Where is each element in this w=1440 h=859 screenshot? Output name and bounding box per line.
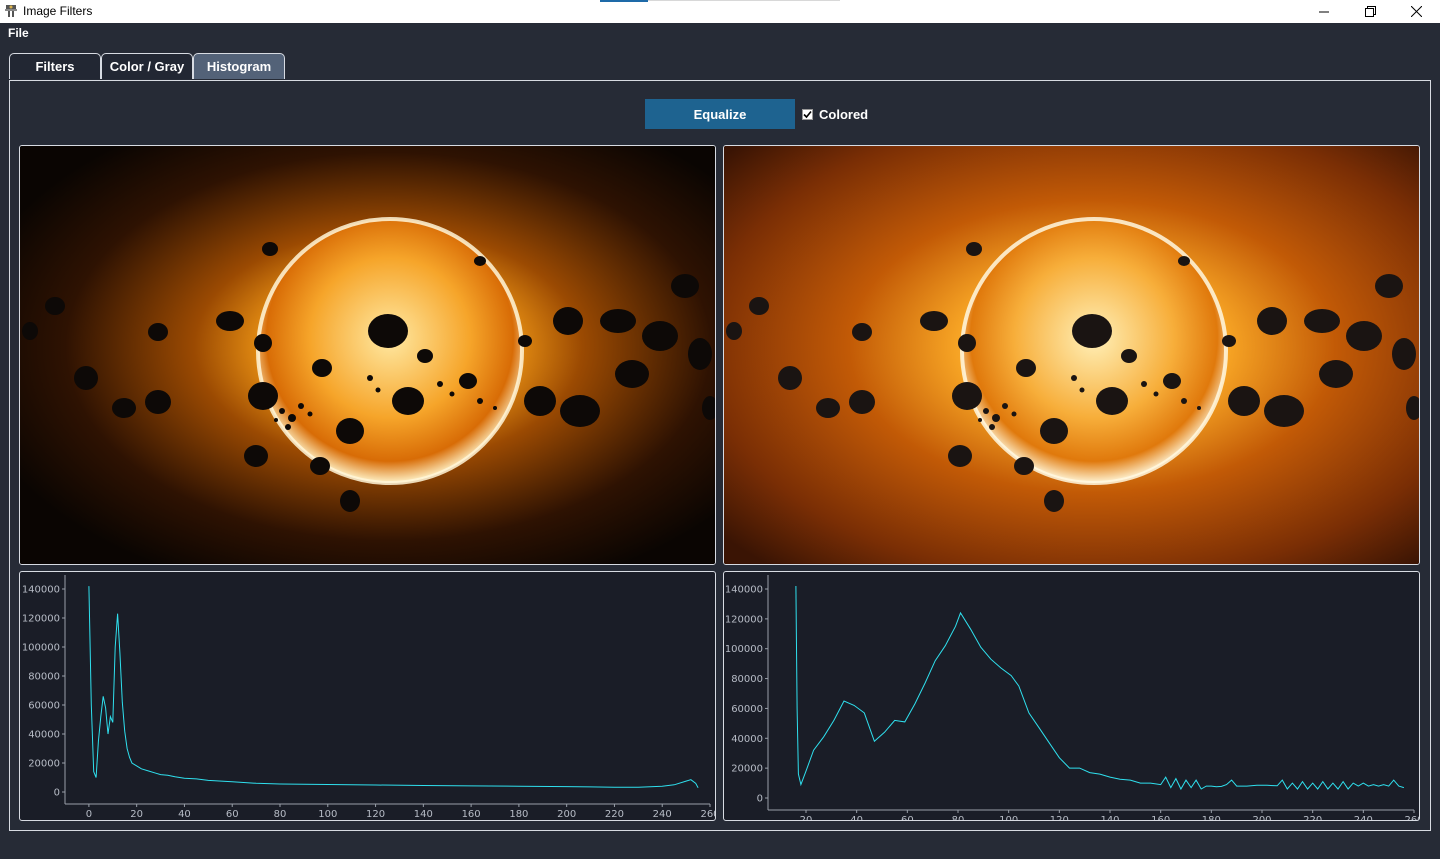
close-button[interactable]: [1393, 0, 1439, 23]
sun-image-equalized: [724, 146, 1419, 564]
tab-filters[interactable]: Filters: [9, 53, 101, 79]
x-tick-label: 220: [605, 809, 624, 820]
x-tick-label: 80: [274, 809, 287, 820]
histogram-chart-equalized: 0 20000 40000 60000 80000 100000 120000 140000 2…: [725, 575, 1419, 820]
checkbox-checked-icon[interactable]: [802, 108, 813, 120]
y-tick-label: 60000: [28, 701, 60, 712]
sun-image-original: [20, 146, 715, 564]
restore-icon: [1364, 6, 1376, 17]
title-bar: Image Filters: [0, 0, 1440, 23]
y-tick-label: 40000: [731, 734, 763, 745]
histogram-line: [88, 586, 699, 788]
tab-histogram[interactable]: Histogram: [193, 53, 285, 79]
y-tick-label: 0: [54, 788, 60, 799]
x-tick-label: 180: [1202, 815, 1221, 820]
y-tick-label: 80000: [731, 674, 763, 685]
minimize-button[interactable]: [1301, 0, 1347, 23]
x-tick-label: 20: [800, 815, 813, 820]
y-tick-label: 20000: [28, 759, 60, 770]
y-tick-label: 60000: [731, 704, 763, 715]
equalized-histogram: 0 20000 40000 60000 80000 100000 120000 140000 2…: [723, 571, 1420, 821]
colored-label: Colored: [819, 106, 869, 122]
menu-bar: File: [0, 23, 1440, 45]
minimize-icon: [1319, 11, 1329, 12]
x-tick-label: 260: [1404, 815, 1419, 820]
equalize-button[interactable]: Equalize: [645, 99, 795, 129]
title-accent-line: [600, 0, 648, 2]
x-tick-label: 60: [901, 815, 914, 820]
x-tick-label: 40: [178, 809, 191, 820]
original-histogram: 0 20000 40000 60000 80000 100000 120000 140000 0…: [19, 571, 716, 821]
x-tick-label: 220: [1303, 815, 1322, 820]
x-tick-label: 80: [952, 815, 965, 820]
x-tick-label: 120: [1050, 815, 1069, 820]
y-tick-label: 100000: [22, 643, 60, 654]
x-tick-label: 180: [509, 809, 528, 820]
x-tick-label: 100: [318, 809, 337, 820]
title-divider-line: [648, 0, 840, 1]
x-tick-label: 140: [1100, 815, 1119, 820]
y-tick-label: 120000: [22, 614, 60, 625]
y-tick-label: 40000: [28, 730, 60, 741]
histogram-line: [795, 585, 1405, 791]
original-image: [19, 145, 716, 565]
x-tick-label: 0: [86, 809, 92, 820]
restore-button[interactable]: [1347, 0, 1393, 23]
close-icon: [1410, 6, 1422, 17]
x-tick-label: 100: [999, 815, 1018, 820]
equalized-image: [723, 145, 1420, 565]
y-tick-label: 20000: [731, 764, 763, 775]
x-tick-label: 20: [130, 809, 143, 820]
x-tick-label: 260: [700, 809, 715, 820]
y-tick-label: 140000: [22, 585, 60, 596]
x-tick-label: 120: [366, 809, 385, 820]
x-tick-label: 160: [462, 809, 481, 820]
y-tick-label: 0: [757, 794, 763, 805]
x-tick-label: 140: [414, 809, 433, 820]
x-tick-label: 60: [226, 809, 239, 820]
x-tick-label: 160: [1151, 815, 1170, 820]
x-tick-label: 200: [1252, 815, 1271, 820]
app-icon: [5, 5, 17, 17]
y-tick-label: 140000: [725, 585, 763, 596]
menu-file[interactable]: File: [8, 26, 29, 40]
window-title: Image Filters: [23, 4, 93, 18]
x-tick-label: 240: [653, 809, 672, 820]
x-tick-label: 40: [850, 815, 863, 820]
x-tick-label: 200: [557, 809, 576, 820]
y-tick-label: 120000: [725, 614, 763, 625]
x-tick-label: 240: [1354, 815, 1373, 820]
tab-color-gray[interactable]: Color / Gray: [101, 53, 193, 79]
y-tick-label: 100000: [725, 644, 763, 655]
histogram-chart-original: 0 20000 40000 60000 80000 100000 120000 140000 0…: [22, 575, 715, 820]
y-tick-label: 80000: [28, 672, 60, 683]
colored-checkbox[interactable]: Colored: [802, 106, 868, 122]
